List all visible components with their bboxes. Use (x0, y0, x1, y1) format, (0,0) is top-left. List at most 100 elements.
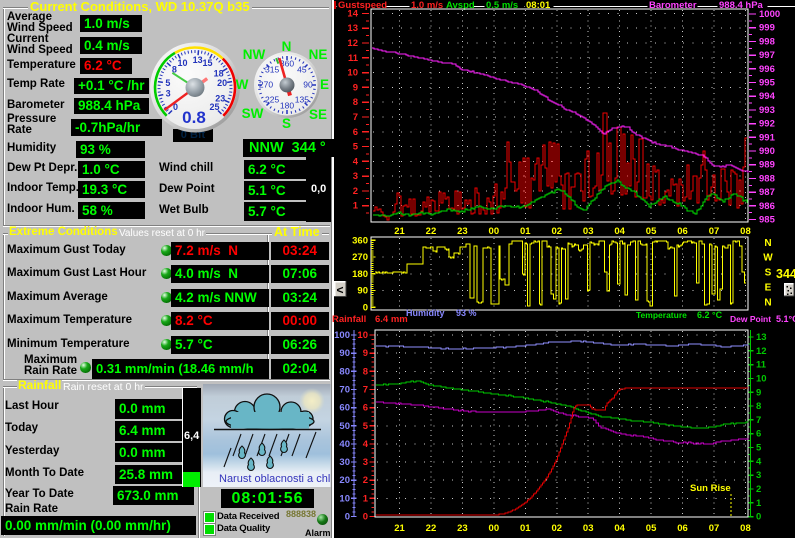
svg-text:10: 10 (756, 373, 767, 384)
svg-text:7: 7 (363, 384, 368, 395)
svg-text:21: 21 (394, 523, 405, 534)
svg-text:22: 22 (426, 523, 437, 534)
svg-text:90: 90 (357, 286, 368, 297)
svg-text:03: 03 (583, 523, 594, 534)
svg-text:80: 80 (339, 366, 350, 377)
svg-text:W: W (763, 253, 773, 264)
svg-text:21: 21 (394, 226, 405, 237)
svg-text:996: 996 (759, 64, 775, 75)
svg-text:E: E (320, 77, 329, 92)
svg-text:4: 4 (353, 156, 359, 167)
svg-text:993: 993 (759, 105, 775, 116)
svg-text:2: 2 (756, 484, 761, 495)
svg-text:NW: NW (243, 47, 266, 62)
svg-text:SE: SE (309, 107, 327, 122)
svg-text:NE: NE (309, 47, 328, 62)
svg-text:20: 20 (339, 475, 350, 486)
svg-text:6: 6 (363, 403, 368, 414)
svg-text:15: 15 (202, 58, 212, 68)
svg-text:10: 10 (357, 330, 368, 341)
svg-text:Sun Rise: Sun Rise (690, 483, 731, 494)
svg-text:10: 10 (339, 493, 350, 504)
svg-text:03: 03 (583, 226, 594, 237)
svg-text:Dew Point: Dew Point (730, 314, 771, 324)
svg-text:5: 5 (165, 78, 170, 88)
svg-text:5: 5 (353, 142, 359, 153)
svg-text:14: 14 (347, 8, 358, 19)
svg-text:Rainfall: Rainfall (332, 314, 366, 325)
svg-text:6.4 mm: 6.4 mm (375, 314, 408, 325)
svg-text:0: 0 (756, 512, 761, 523)
svg-text:100: 100 (334, 330, 350, 341)
svg-text:0: 0 (363, 512, 368, 523)
svg-text:1000: 1000 (759, 9, 780, 20)
svg-text:04: 04 (614, 226, 625, 237)
svg-text:4: 4 (756, 456, 762, 467)
svg-text:07: 07 (709, 226, 720, 237)
svg-text:2: 2 (363, 475, 368, 486)
svg-text:11: 11 (348, 53, 359, 64)
svg-text:90: 90 (303, 80, 313, 90)
svg-text:992: 992 (759, 119, 775, 130)
svg-text:0.8: 0.8 (182, 108, 206, 127)
svg-text:4: 4 (363, 439, 369, 450)
svg-text:60: 60 (339, 403, 350, 414)
svg-text:7: 7 (353, 112, 358, 123)
svg-text:995: 995 (759, 78, 776, 89)
svg-text:13: 13 (347, 23, 358, 34)
svg-text:3: 3 (363, 457, 368, 468)
svg-text:0: 0 (345, 512, 350, 523)
svg-text:N: N (282, 39, 292, 54)
svg-text:00: 00 (489, 226, 500, 237)
svg-text:11: 11 (756, 360, 767, 371)
svg-text:2: 2 (353, 186, 358, 197)
svg-text:9: 9 (353, 82, 358, 93)
svg-text:SW: SW (242, 106, 264, 121)
svg-text:986: 986 (759, 201, 775, 212)
svg-text:50: 50 (339, 421, 350, 432)
svg-text:3: 3 (353, 171, 358, 182)
svg-text:12: 12 (347, 38, 358, 49)
svg-text:180: 180 (280, 101, 294, 111)
svg-text:<: < (336, 283, 343, 297)
svg-text:225: 225 (265, 94, 279, 104)
svg-text:02: 02 (551, 523, 562, 534)
svg-text:40: 40 (339, 439, 350, 450)
svg-text:8: 8 (756, 401, 761, 412)
svg-text:08: 08 (740, 226, 751, 237)
svg-text:02: 02 (551, 226, 562, 237)
svg-text:25: 25 (209, 102, 219, 112)
svg-text:30: 30 (339, 457, 350, 468)
svg-text:S: S (282, 116, 291, 131)
svg-text:997: 997 (759, 50, 775, 61)
svg-text:8: 8 (353, 97, 358, 108)
svg-text:3: 3 (756, 470, 761, 481)
svg-text:05: 05 (646, 226, 657, 237)
svg-text:6.2 °C: 6.2 °C (697, 310, 723, 320)
svg-text:N: N (764, 298, 771, 309)
svg-text:E: E (765, 283, 772, 294)
svg-text:45: 45 (297, 65, 307, 75)
svg-text:Temperature: Temperature (636, 310, 687, 320)
svg-text:04: 04 (614, 523, 625, 534)
svg-text:W: W (236, 77, 249, 92)
svg-text:9: 9 (363, 348, 368, 359)
svg-text:1: 1 (363, 493, 369, 504)
svg-text:270: 270 (352, 252, 368, 263)
svg-text:05: 05 (646, 523, 657, 534)
svg-text:90: 90 (339, 348, 350, 359)
svg-text:999: 999 (759, 23, 775, 34)
svg-text:1: 1 (353, 201, 359, 212)
svg-text:7: 7 (756, 415, 761, 426)
svg-text:Narust oblacnosti a chla: Narust oblacnosti a chla (219, 473, 337, 485)
svg-text:3: 3 (166, 88, 171, 98)
svg-text:180: 180 (352, 269, 368, 280)
svg-text:985: 985 (759, 215, 776, 226)
svg-text:135: 135 (295, 94, 309, 104)
svg-text:06: 06 (677, 226, 688, 237)
svg-text:12: 12 (756, 346, 767, 357)
svg-text:08: 08 (740, 523, 751, 534)
svg-text:10: 10 (178, 58, 188, 68)
svg-text:991: 991 (759, 132, 776, 143)
svg-text:998: 998 (759, 36, 775, 47)
